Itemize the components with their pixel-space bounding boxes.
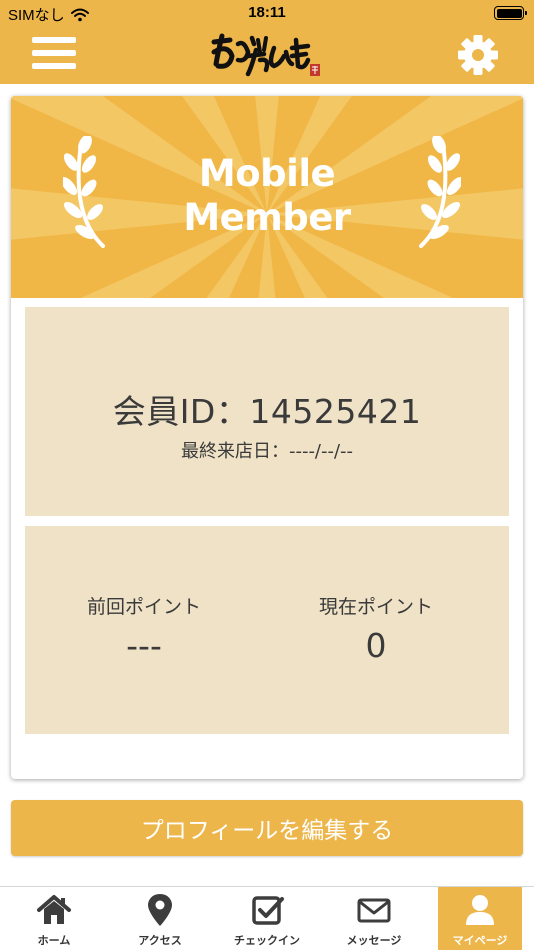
- tab-access-label: アクセス: [138, 934, 182, 947]
- member-id-value: 14525421: [249, 392, 422, 431]
- tab-home-label: ホーム: [37, 934, 71, 947]
- status-bar: SIMなし 18:11: [0, 0, 534, 26]
- points-panel: 前回ポイント --- 現在ポイント 0: [25, 526, 509, 734]
- tab-mypage[interactable]: マイページ: [438, 887, 522, 950]
- tab-bar: ホーム アクセス チェックイン メッセージ マイページ: [0, 886, 534, 950]
- banner-title-line1: Mobile: [198, 152, 336, 195]
- home-icon: [37, 895, 71, 924]
- envelope-icon: [357, 898, 391, 923]
- battery-icon: [494, 6, 527, 20]
- gear-icon[interactable]: [456, 33, 500, 77]
- member-id-panel: 会員ID：14525421 最終来店日：----/--/--: [25, 307, 509, 516]
- tab-message[interactable]: メッセージ: [332, 887, 416, 950]
- last-visit-value: ----/--/--: [288, 441, 354, 462]
- tab-checkin[interactable]: チェックイン: [225, 887, 309, 950]
- brand-logo: [211, 33, 320, 77]
- tab-access[interactable]: アクセス: [118, 887, 202, 950]
- edit-profile-button[interactable]: プロフィールを編集する: [11, 800, 523, 856]
- hamburger-menu-icon[interactable]: [32, 37, 76, 73]
- tab-checkin-label: チェックイン: [234, 934, 300, 947]
- member-id-label: 会員ID：: [112, 392, 250, 431]
- clock-time: 18:11: [248, 4, 286, 21]
- member-id-row: 会員ID：14525421: [25, 385, 509, 433]
- last-visit-row: 最終来店日：----/--/--: [25, 437, 509, 463]
- last-visit-label: 最終来店日：: [180, 441, 289, 462]
- current-points-label: 現在ポイント: [318, 596, 433, 618]
- app-header: [0, 26, 534, 84]
- checkbox-icon: [252, 896, 284, 925]
- previous-points: 前回ポイント ---: [25, 526, 267, 734]
- tab-home[interactable]: ホーム: [12, 887, 96, 950]
- map-pin-icon: [148, 894, 172, 926]
- previous-points-label: 前回ポイント: [86, 596, 201, 618]
- tab-mypage-label: マイページ: [452, 934, 508, 947]
- current-points-value: 0: [365, 626, 387, 665]
- current-points: 現在ポイント 0: [267, 526, 509, 734]
- previous-points-value: ---: [126, 626, 162, 665]
- banner-title-line2: Member: [183, 196, 351, 239]
- tab-message-label: メッセージ: [346, 934, 402, 947]
- member-banner: Mobile Member: [11, 96, 523, 298]
- member-card: Mobile Member 会員ID：14525421 最終来店日：----/-…: [11, 96, 523, 779]
- user-icon: [466, 895, 494, 925]
